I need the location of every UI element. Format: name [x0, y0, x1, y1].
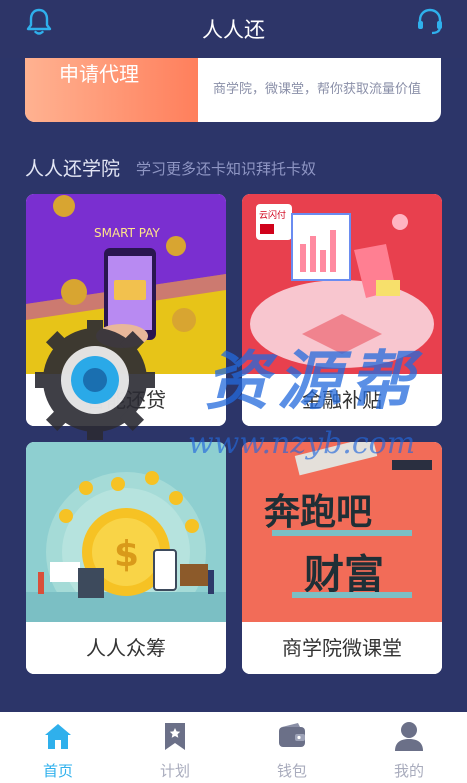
- card-label: 商学院微课堂: [242, 622, 442, 674]
- headset-icon[interactable]: [415, 6, 445, 36]
- business-school-illustration: 奔跑吧 财富: [242, 442, 442, 622]
- tab-plan[interactable]: 计划: [117, 712, 233, 783]
- agent-banner[interactable]: 申请代理 商学院，微课堂，帮你获取流量价值: [25, 58, 441, 122]
- card-crowdfunding[interactable]: $ 人人众筹: [26, 442, 226, 674]
- bookmark-icon: [165, 723, 185, 750]
- page-title: 人人还: [202, 18, 265, 42]
- tab-home[interactable]: 首页: [0, 712, 116, 783]
- apply-agent-panel[interactable]: 申请代理: [25, 58, 198, 122]
- banner-description: 商学院，微课堂，帮你获取流量价值: [213, 82, 422, 97]
- svg-text:财富: 财富: [304, 551, 384, 598]
- run-wealth-text: 奔跑吧: [264, 491, 372, 533]
- card-label: 金融补贴: [242, 374, 442, 426]
- tab-label: 计划: [159, 762, 190, 780]
- apply-agent-label: 申请代理: [59, 62, 139, 86]
- tab-wallet[interactable]: 钱包: [234, 712, 350, 783]
- card-finance-subsidy[interactable]: 云闪付 金融补贴: [242, 194, 442, 426]
- user-icon: [395, 722, 423, 751]
- card-label: 人人众筹: [26, 622, 226, 674]
- section-subtitle: 学习更多还卡知识拜托卡奴: [136, 160, 317, 178]
- smart-pay-text: SMART PAY: [94, 226, 161, 240]
- unionpay-text: 云闪付: [259, 210, 286, 221]
- finance-subsidy-illustration: 云闪付: [242, 194, 442, 374]
- card-label: 智能还贷: [26, 374, 226, 426]
- tab-mine[interactable]: 我的: [351, 712, 467, 783]
- section-title: 人人还学院: [25, 158, 121, 180]
- bottom-tab-bar: 首页 计划 钱包 我的: [0, 712, 467, 783]
- tab-label: 首页: [42, 762, 73, 780]
- app-header: 人人还: [0, 0, 467, 58]
- svg-text:$: $: [114, 534, 139, 575]
- smart-pay-illustration: SMART PAY: [26, 194, 226, 374]
- crowdfunding-illustration: $: [26, 442, 226, 622]
- tab-label: 钱包: [276, 762, 307, 780]
- card-smart-repay[interactable]: SMART PAY 智能还贷: [26, 194, 226, 426]
- tab-label: 我的: [393, 762, 424, 780]
- home-icon: [45, 724, 71, 749]
- card-business-school[interactable]: 奔跑吧 财富 商学院微课堂: [242, 442, 442, 674]
- wallet-icon: [279, 723, 305, 747]
